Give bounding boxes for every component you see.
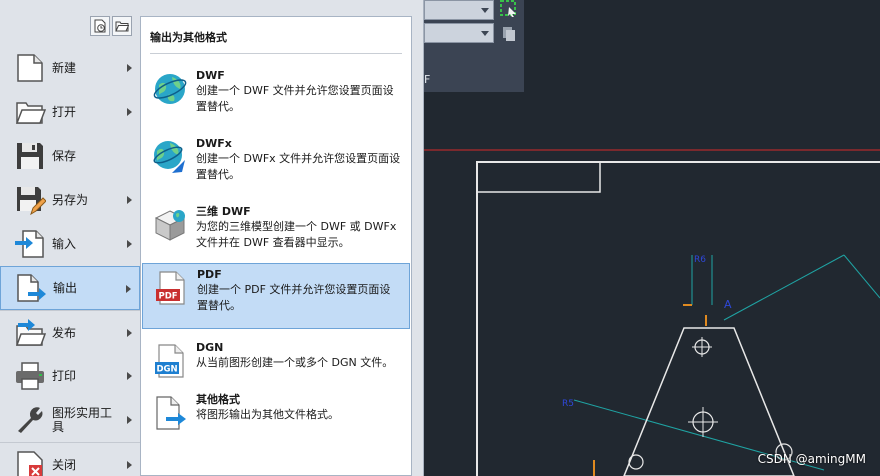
menu-item-label: 打印 bbox=[52, 369, 77, 383]
option-description: 为您的三维模型创建一个 DWF 或 DWFx 文件并在 DWF 查看器中显示。 bbox=[196, 220, 397, 249]
menu-item-label: 另存为 bbox=[52, 193, 89, 207]
export-option-dwf[interactable]: DWF 创建一个 DWF 文件并允许您设置页面设置替代。 bbox=[142, 65, 410, 119]
chevron-right-icon bbox=[127, 196, 132, 204]
svg-text:R6: R6 bbox=[694, 255, 706, 265]
chevron-right-icon bbox=[127, 108, 132, 116]
application-menu: 新建 打开 保存 另存为 输入 输出 发布 打印 图形实用工具 关闭 输出为其他… bbox=[0, 0, 424, 476]
menu-item-label: 图形实用工具 bbox=[52, 406, 113, 434]
chevron-right-icon bbox=[127, 64, 132, 72]
menu-item-publish[interactable]: 发布 bbox=[0, 310, 140, 354]
menu-item-label: 关闭 bbox=[52, 457, 77, 472]
export-icon bbox=[17, 274, 46, 302]
printer-icon bbox=[16, 362, 44, 390]
publish-icon bbox=[15, 318, 46, 346]
svg-text:R5: R5 bbox=[562, 399, 574, 409]
close-document-icon bbox=[17, 450, 43, 476]
select-tool-icon[interactable] bbox=[500, 0, 518, 18]
recent-documents-button[interactable] bbox=[90, 16, 110, 36]
new-document-icon bbox=[17, 54, 43, 82]
ribbon-panel-label: F bbox=[424, 73, 431, 86]
open-documents-button[interactable] bbox=[112, 16, 132, 36]
3d-dwf-cube-icon bbox=[154, 210, 186, 241]
menu-item-label: 发布 bbox=[52, 325, 77, 340]
dgn-file-icon: DGN bbox=[155, 344, 184, 378]
watermark: CSDN @amingMM bbox=[757, 452, 866, 466]
dwfx-globe-icon bbox=[153, 141, 185, 173]
save-disk-icon bbox=[17, 143, 43, 169]
export-option-3d-dwf[interactable]: 三维 DWF 为您的三维模型创建一个 DWF 或 DWFx 文件并在 DWF 查… bbox=[142, 201, 410, 255]
export-other-icon bbox=[156, 396, 186, 430]
option-description: 创建一个 PDF 文件并允许您设置页面设置替代。 bbox=[197, 283, 391, 312]
export-option-dwfx[interactable]: DWFx 创建一个 DWFx 文件并允许您设置页面设置替代。 bbox=[142, 133, 410, 187]
option-name: 三维 DWF bbox=[196, 205, 251, 218]
option-description: 将图形输出为其他文件格式。 bbox=[196, 408, 339, 421]
wrench-icon bbox=[18, 407, 43, 433]
option-name: 其他格式 bbox=[196, 393, 240, 406]
menu-item-label: 新建 bbox=[52, 61, 77, 75]
export-option-other-formats[interactable]: 其他格式 将图形输出为其他文件格式。 bbox=[142, 389, 410, 435]
open-documents-icon bbox=[115, 21, 129, 32]
open-folder-icon bbox=[15, 102, 46, 124]
option-description: 创建一个 DWFx 文件并允许您设置页面设置替代。 bbox=[196, 152, 401, 181]
svg-text:PDF: PDF bbox=[159, 292, 178, 302]
option-name: DWFx bbox=[196, 137, 232, 150]
recent-documents-toolbar bbox=[90, 16, 132, 36]
option-name: PDF bbox=[197, 268, 222, 281]
svg-text:DGN: DGN bbox=[157, 365, 178, 375]
submenu-divider bbox=[150, 53, 402, 54]
chevron-right-icon bbox=[127, 372, 132, 380]
chevron-right-icon bbox=[127, 416, 132, 424]
export-option-dgn[interactable]: DGN DGN 从当前图形创建一个或多个 DGN 文件。 bbox=[142, 337, 410, 383]
chevron-right-icon bbox=[127, 461, 132, 469]
chevron-right-icon bbox=[126, 285, 131, 293]
ribbon-layer-dropdown[interactable] bbox=[424, 0, 494, 20]
chevron-down-icon bbox=[481, 31, 489, 36]
menu-item-open[interactable]: 打开 bbox=[0, 90, 140, 134]
option-description: 从当前图形创建一个或多个 DGN 文件。 bbox=[196, 356, 394, 369]
option-name: DGN bbox=[196, 341, 224, 354]
copy-properties-icon[interactable] bbox=[500, 24, 518, 42]
import-icon bbox=[15, 230, 44, 258]
menu-item-label: 保存 bbox=[52, 149, 77, 163]
submenu-title: 输出为其他格式 bbox=[150, 31, 227, 44]
recent-documents-icon bbox=[94, 19, 106, 33]
menu-item-print[interactable]: 打印 bbox=[0, 354, 140, 398]
menu-item-export[interactable]: 输出 bbox=[0, 266, 140, 310]
menu-item-label: 打开 bbox=[52, 105, 77, 119]
option-description: 创建一个 DWF 文件并允许您设置页面设置替代。 bbox=[196, 84, 394, 113]
menu-item-label: 输出 bbox=[53, 281, 78, 295]
menu-item-label: 输入 bbox=[52, 237, 77, 251]
pdf-file-icon: PDF bbox=[156, 271, 185, 305]
chevron-down-icon bbox=[481, 8, 489, 13]
ribbon-property-dropdown[interactable] bbox=[424, 23, 494, 43]
menu-item-save[interactable]: 保存 bbox=[0, 134, 140, 178]
export-submenu: 输出为其他格式 DWF 创建一个 DWF 文件并允许您设置页面设置替代。 DWF… bbox=[140, 16, 412, 476]
option-name: DWF bbox=[196, 69, 225, 82]
menu-item-save-as[interactable]: 另存为 bbox=[0, 178, 140, 222]
application-menu-commands: 新建 打开 保存 另存为 输入 输出 发布 打印 图形实用工具 关闭 bbox=[0, 46, 140, 476]
export-option-pdf[interactable]: PDF PDF 创建一个 PDF 文件并允许您设置页面设置替代。 bbox=[142, 263, 410, 329]
menu-item-drawing-utilities[interactable]: 图形实用工具 bbox=[0, 398, 140, 442]
svg-text:A: A bbox=[724, 298, 732, 311]
chevron-right-icon bbox=[127, 240, 132, 248]
menu-item-close[interactable]: 关闭 bbox=[0, 442, 140, 476]
chevron-right-icon bbox=[127, 329, 132, 337]
save-as-icon bbox=[17, 187, 46, 216]
menu-item-import[interactable]: 输入 bbox=[0, 222, 140, 266]
dwf-globe-icon bbox=[153, 74, 187, 104]
menu-item-new[interactable]: 新建 bbox=[0, 46, 140, 90]
